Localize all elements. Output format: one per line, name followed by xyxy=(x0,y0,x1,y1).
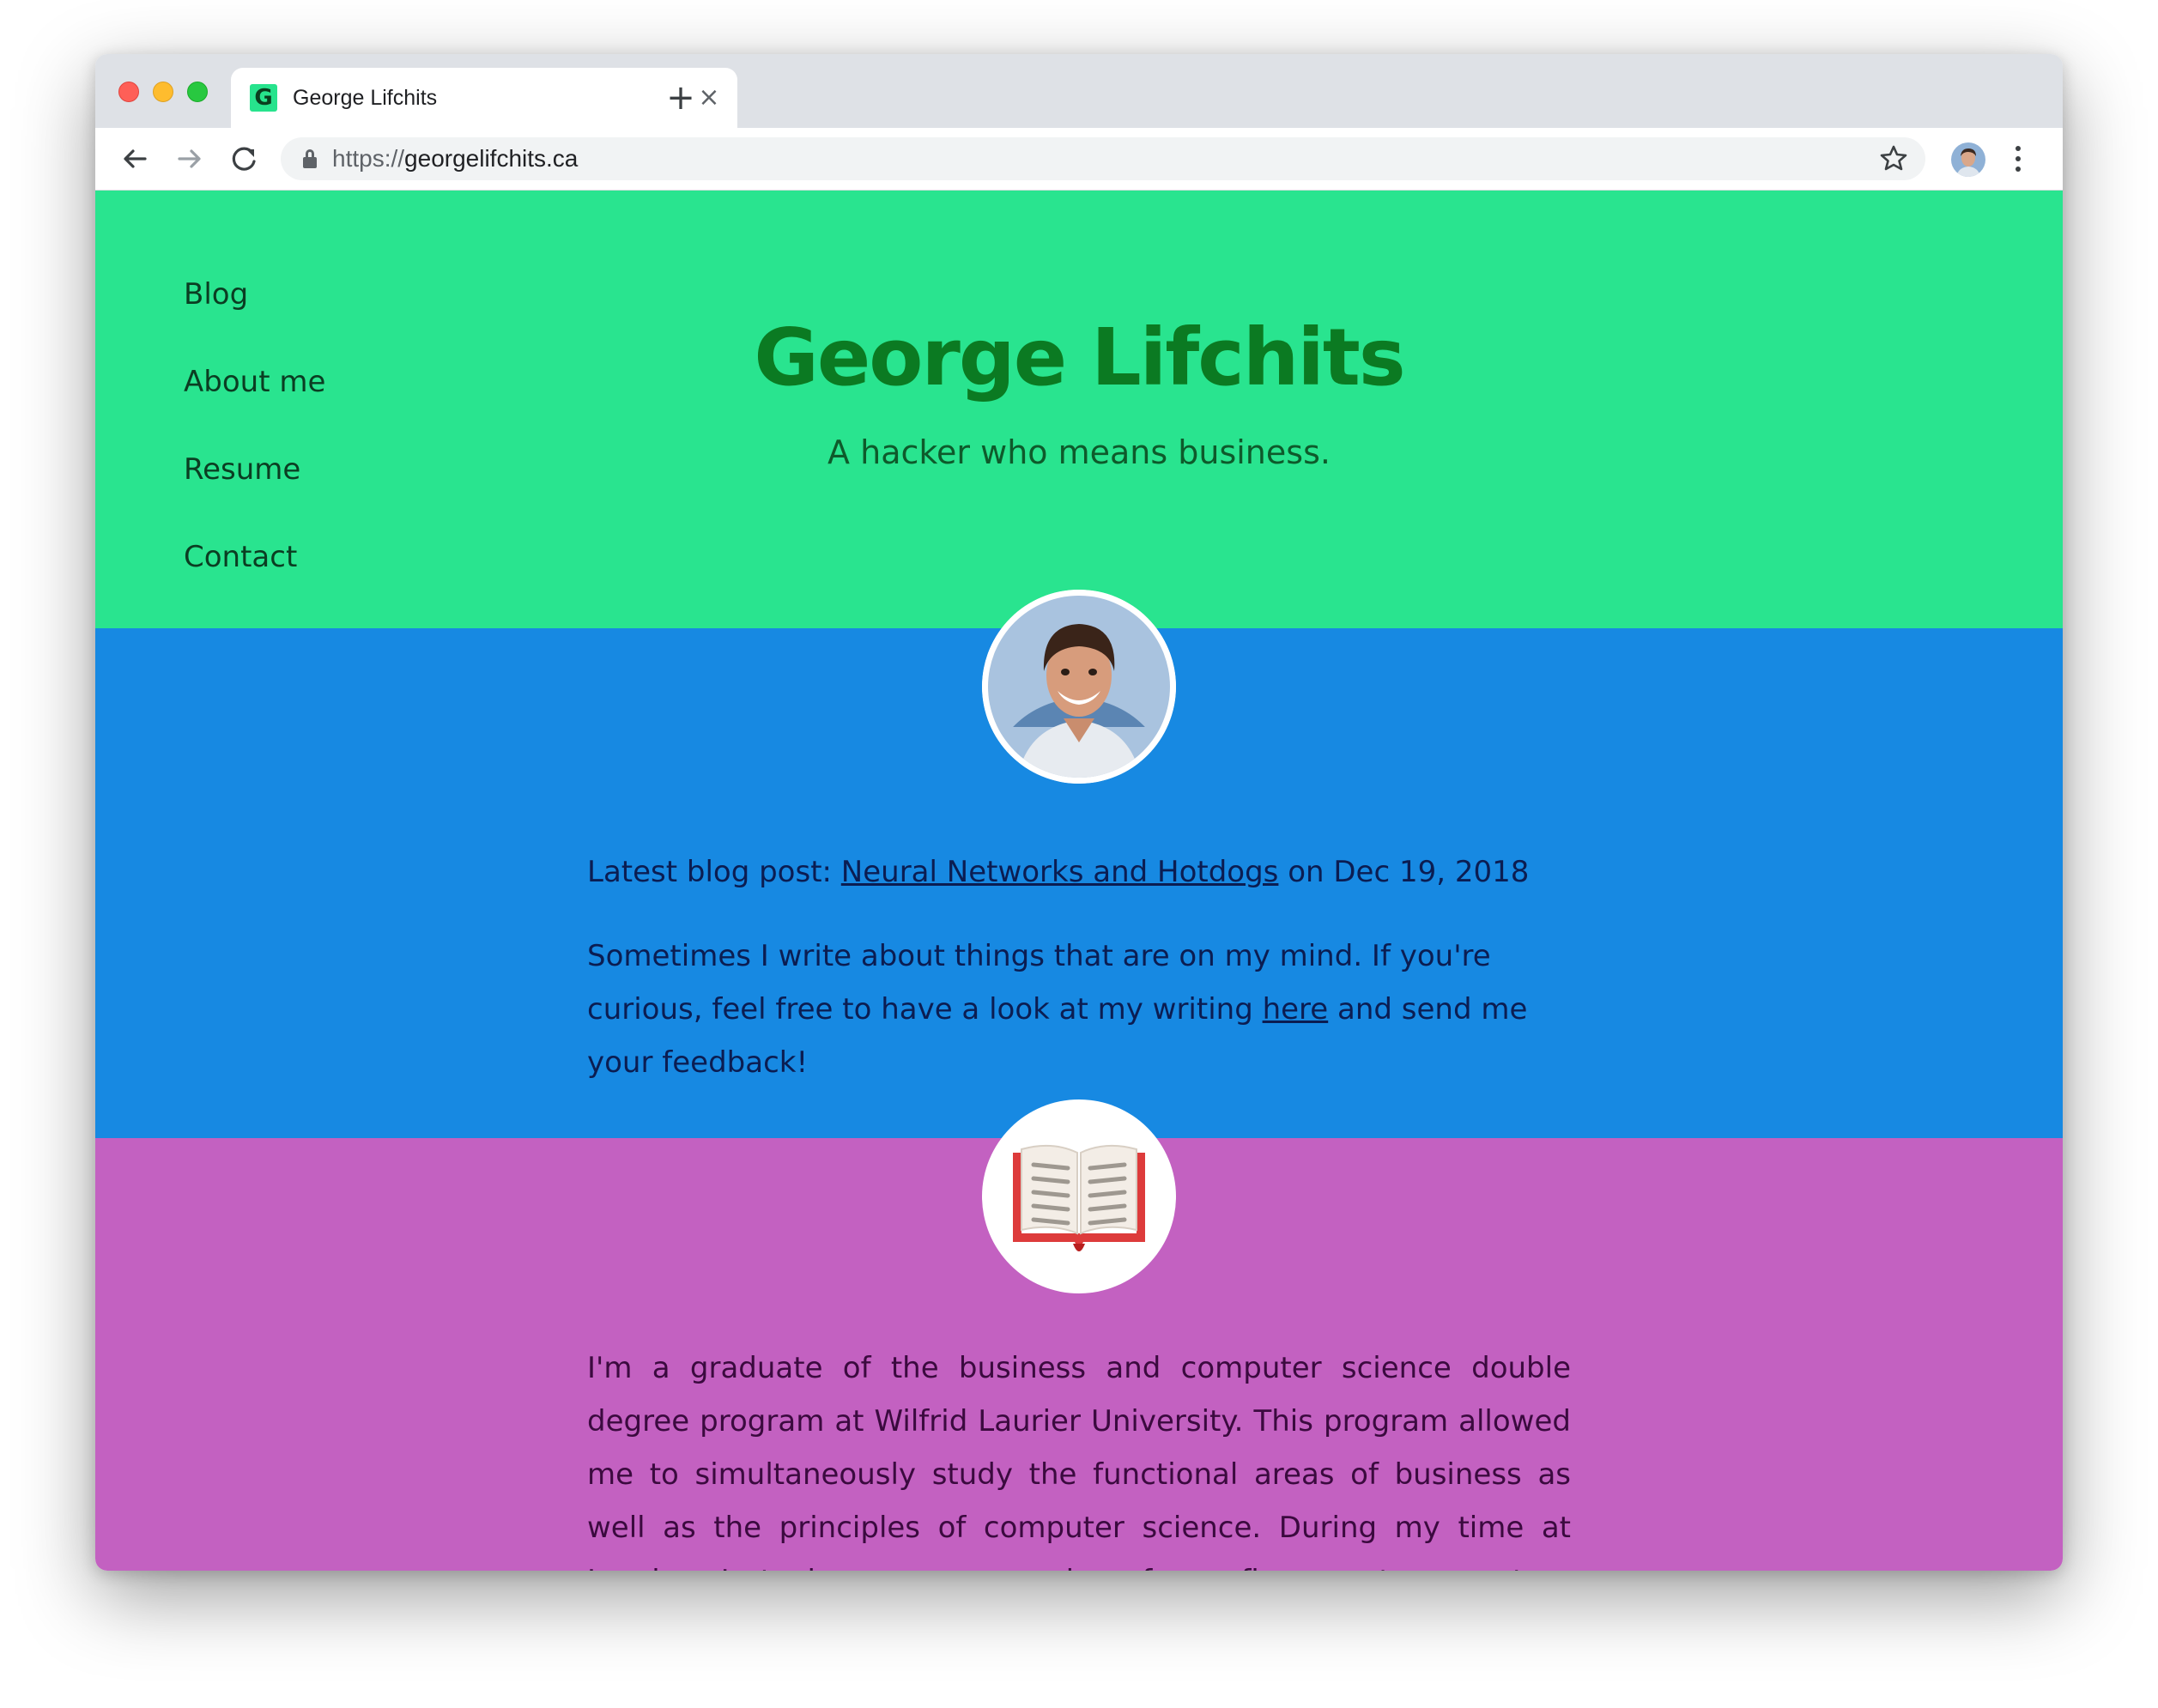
latest-blog-post: Latest blog post: Neural Networks and Ho… xyxy=(587,845,1571,899)
header-section xyxy=(95,191,2063,628)
latest-post-link[interactable]: Neural Networks and Hotdogs xyxy=(841,855,1279,889)
open-book-icon xyxy=(982,1099,1176,1293)
close-window-button[interactable] xyxy=(118,82,139,102)
star-icon[interactable] xyxy=(1879,142,1908,184)
favicon-icon: G xyxy=(250,84,277,112)
tab-title: George Lifchits xyxy=(293,86,438,110)
nav-blog-link[interactable]: Blog xyxy=(184,276,325,312)
more-menu-icon[interactable] xyxy=(2011,142,2025,176)
about-paragraph: I'm a graduate of the business and compu… xyxy=(587,1351,1571,1571)
browser-toolbar: https://georgelifchits.ca xyxy=(95,128,2063,191)
lock-icon[interactable] xyxy=(303,149,317,168)
back-arrow-icon[interactable] xyxy=(116,140,154,178)
address-bar[interactable]: https://georgelifchits.ca xyxy=(281,137,1925,180)
reload-icon[interactable] xyxy=(226,140,264,178)
url-scheme: https:// xyxy=(332,145,405,172)
browser-window: G George Lifchits × + https://georgelifc… xyxy=(95,54,2063,1571)
writing-blurb: Sometimes I write about things that are … xyxy=(587,930,1571,1089)
profile-photo xyxy=(982,590,1176,784)
site-tagline: A hacker who means business. xyxy=(827,433,1331,471)
writing-here-link[interactable]: here xyxy=(1263,992,1329,1027)
nav-contact-link[interactable]: Contact xyxy=(184,539,325,575)
url-host: georgelifchits.ca xyxy=(404,145,579,172)
profile-avatar[interactable] xyxy=(1951,142,1985,177)
url-text[interactable]: https://georgelifchits.ca xyxy=(332,145,578,173)
maximize-window-button[interactable] xyxy=(187,82,208,102)
tab-strip: G George Lifchits × + xyxy=(95,54,2063,128)
forward-arrow-icon[interactable] xyxy=(171,140,209,178)
site-title: George Lifchits xyxy=(754,312,1405,403)
minimize-window-button[interactable] xyxy=(153,82,173,102)
web-page: Blog About me Resume Contact George Lifc… xyxy=(95,191,2063,1571)
latest-post-prefix: Latest blog post: xyxy=(587,855,841,889)
new-tab-button[interactable]: + xyxy=(662,81,700,118)
latest-post-date: on Dec 19, 2018 xyxy=(1278,855,1530,889)
